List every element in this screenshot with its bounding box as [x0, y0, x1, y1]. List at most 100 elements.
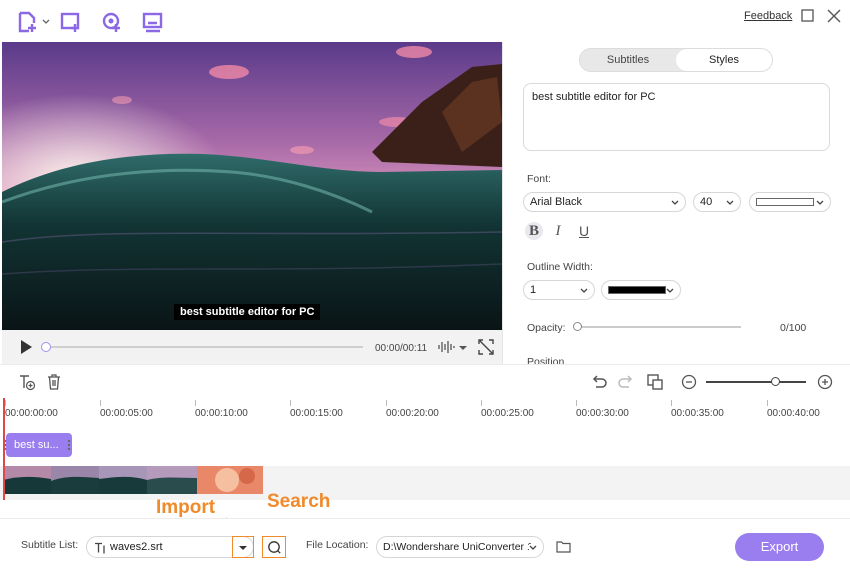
search-icon [268, 541, 281, 554]
italic-button[interactable]: I [549, 222, 567, 240]
font-color-swatch [756, 198, 814, 206]
import-dropdown-button[interactable] [232, 536, 254, 558]
ruler-label: 00:00:30:00 [576, 408, 629, 419]
opacity-handle[interactable] [573, 322, 582, 331]
outline-width-label: Outline Width: [527, 261, 593, 273]
tab-styles[interactable]: Styles [676, 49, 772, 71]
opacity-slider[interactable] [577, 326, 741, 328]
redo-icon[interactable] [617, 373, 635, 391]
seek-handle[interactable] [41, 342, 51, 352]
import-annotation: Import [156, 497, 216, 518]
outline-width-select[interactable]: 1 [523, 280, 595, 300]
zoom-slider[interactable] [706, 381, 806, 383]
fullscreen-icon[interactable] [478, 339, 494, 355]
clip-right-handle[interactable] [67, 438, 71, 452]
style-panel: Subtitles Styles best subtitle editor fo… [502, 42, 850, 364]
chevron-down-icon [239, 546, 247, 550]
font-size-select[interactable]: 40 [693, 192, 741, 212]
record-icon[interactable] [100, 10, 124, 34]
feedback-link[interactable]: Feedback [744, 10, 792, 22]
font-family-select[interactable]: Arial Black [523, 192, 686, 212]
video-preview[interactable]: best subtitle editor for PC [2, 42, 502, 330]
delete-icon[interactable] [45, 373, 63, 391]
export-button[interactable]: Export [735, 533, 824, 561]
file-location-select[interactable]: D:\Wondershare UniConverter 1 [376, 536, 544, 558]
maximize-icon[interactable] [800, 8, 816, 24]
timeline-ruler[interactable]: 00:00:00:00 00:00:05:00 00:00:10:00 00:0… [0, 398, 850, 424]
zoom-handle[interactable] [771, 377, 780, 386]
chevron-down-icon[interactable] [42, 18, 50, 26]
close-icon[interactable] [826, 8, 842, 24]
ruler-tick [386, 400, 387, 406]
ruler-tick [5, 400, 6, 406]
ruler-label: 00:00:00:00 [5, 408, 58, 419]
opacity-label: Opacity: [527, 322, 566, 334]
undo-icon[interactable] [590, 373, 608, 391]
seek-bar[interactable] [47, 346, 363, 348]
playback-controls: 00:00/00:11 [2, 330, 502, 364]
ruler-tick [767, 400, 768, 406]
playhead[interactable] [3, 398, 5, 500]
file-location-label: File Location: [306, 539, 369, 551]
crop-screen-icon[interactable] [646, 373, 664, 391]
time-readout: 00:00/00:11 [375, 343, 428, 354]
text-icon [95, 542, 105, 554]
add-screen-icon[interactable] [59, 10, 83, 34]
outline-color-swatch [608, 286, 666, 294]
video-thumbnail[interactable] [99, 466, 147, 494]
zoom-out-icon[interactable] [680, 373, 698, 391]
video-track [0, 466, 850, 500]
subtitle-list-label: Subtitle List: [21, 539, 79, 551]
audio-dropdown-icon[interactable] [458, 343, 468, 353]
chevron-down-icon [529, 544, 537, 552]
subtitle-file-value: waves2.srt [110, 541, 163, 553]
play-icon[interactable] [18, 339, 34, 355]
ruler-tick [290, 400, 291, 406]
folder-icon[interactable] [556, 540, 571, 553]
subtitle-track: best su... [0, 424, 850, 466]
ruler-tick [481, 400, 482, 406]
search-button[interactable] [262, 536, 286, 558]
tab-subtitles[interactable]: Subtitles [580, 49, 676, 71]
ruler-tick [671, 400, 672, 406]
chevron-down-icon [666, 288, 674, 293]
subtitle-text-input[interactable]: best subtitle editor for PC [523, 83, 830, 151]
file-location-value: D:\Wondershare UniConverter 1 [383, 541, 533, 553]
ruler-label: 00:00:35:00 [671, 408, 724, 419]
video-thumbnail[interactable] [147, 466, 197, 494]
font-color-select[interactable] [749, 192, 831, 212]
ruler-tick [195, 400, 196, 406]
add-subtitle-icon[interactable] [18, 373, 36, 391]
subtitle-clip[interactable]: best su... [6, 433, 72, 457]
chevron-down-icon [580, 288, 588, 293]
font-label: Font: [527, 173, 551, 185]
ruler-label: 00:00:25:00 [481, 408, 534, 419]
subtitle-file-select[interactable]: waves2.srt [86, 536, 254, 558]
subtitle-caption: best subtitle editor for PC [174, 304, 321, 320]
opacity-value: 0/100 [780, 322, 807, 334]
tab-switch: Subtitles Styles [579, 48, 773, 72]
outline-color-select[interactable] [601, 280, 681, 300]
zoom-in-icon[interactable] [816, 373, 834, 391]
ruler-tick [100, 400, 101, 406]
video-thumbnail[interactable] [51, 466, 99, 494]
timeline-toolbar [0, 364, 850, 398]
video-frame [2, 42, 502, 330]
subtitle-icon[interactable] [141, 10, 165, 34]
chevron-down-icon [726, 200, 734, 205]
title-bar: Feedback [0, 0, 850, 42]
video-thumbnail[interactable] [3, 466, 51, 494]
video-thumbnail[interactable] [197, 466, 263, 494]
font-family-value: Arial Black [530, 196, 582, 208]
chevron-down-icon [816, 200, 824, 205]
add-file-icon[interactable] [16, 10, 40, 34]
bold-button[interactable]: B [525, 222, 543, 240]
outline-width-value: 1 [530, 284, 537, 296]
font-size-value: 40 [700, 196, 713, 208]
underline-button[interactable]: U [575, 222, 593, 240]
ruler-label: 00:00:40:00 [767, 408, 820, 419]
audio-wave-icon[interactable] [437, 339, 455, 355]
ruler-label: 00:00:20:00 [386, 408, 439, 419]
ruler-label: 00:00:10:00 [195, 408, 248, 419]
ruler-label: 00:00:15:00 [290, 408, 343, 419]
